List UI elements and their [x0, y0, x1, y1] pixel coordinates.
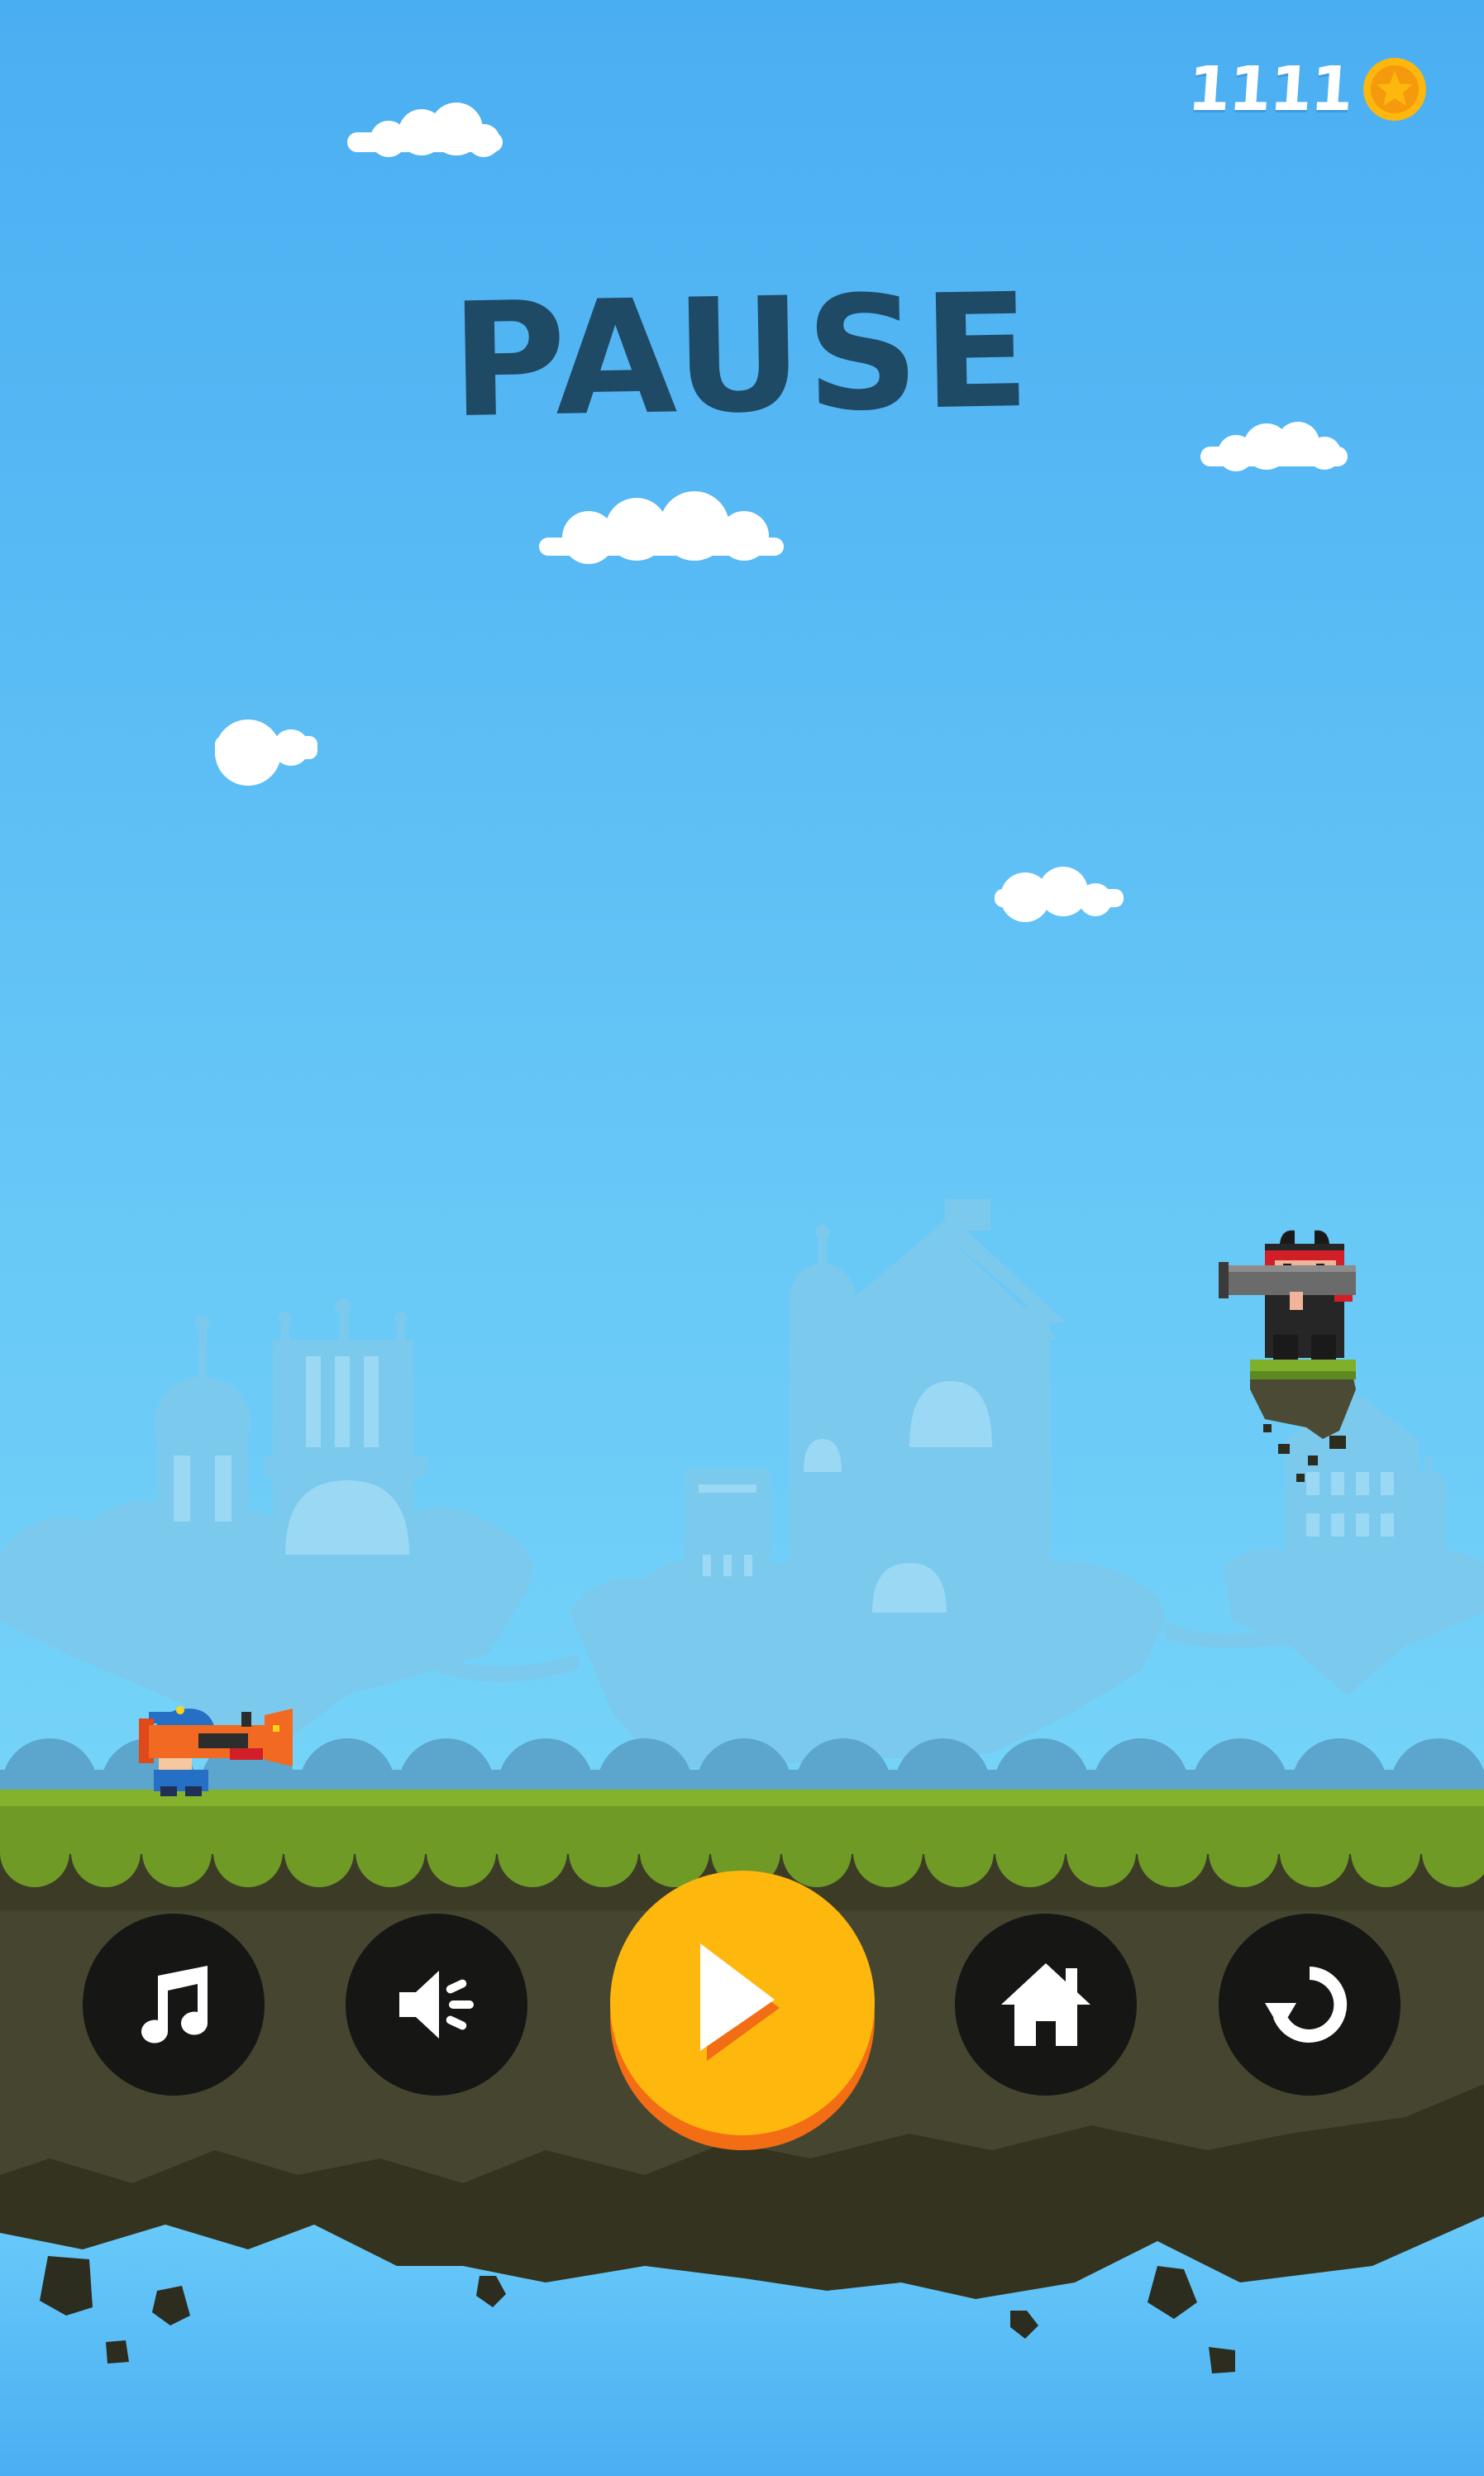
music-toggle-button[interactable]: [83, 1914, 265, 2096]
resume-button[interactable]: [610, 1871, 875, 2135]
pause-title: PAUSE: [449, 259, 1035, 453]
restart-button[interactable]: [1219, 1914, 1400, 2096]
home-icon: [1001, 1963, 1090, 2046]
star-coin-icon: [1363, 58, 1426, 121]
play-icon: [700, 1943, 780, 2061]
coin-count: 1111: [1186, 54, 1355, 125]
home-button[interactable]: [955, 1914, 1137, 2096]
restart-icon: [1265, 1967, 1348, 2043]
coin-counter: 1111: [1186, 54, 1428, 125]
sound-toggle-button[interactable]: [346, 1914, 527, 2096]
grass-top: [0, 1790, 1484, 1806]
speaker-icon: [399, 1971, 474, 2039]
music-note-icon: [141, 1966, 208, 2043]
